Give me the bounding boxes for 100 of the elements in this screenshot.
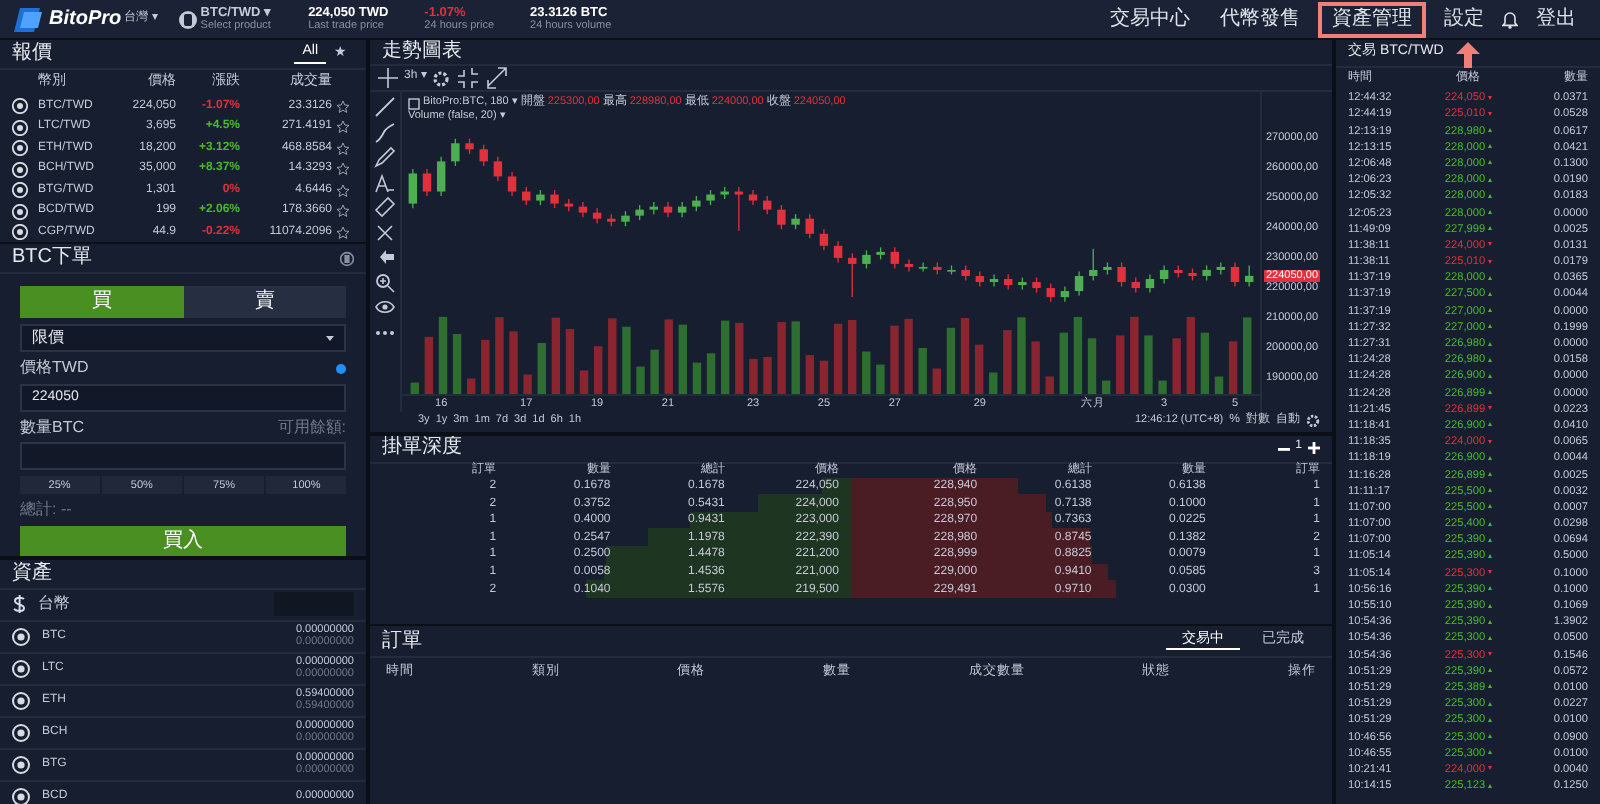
down-arrow-icon xyxy=(1487,111,1492,116)
up-arrow-icon xyxy=(1487,553,1492,558)
notification-bell-icon xyxy=(1502,9,1518,29)
up-arrow-icon xyxy=(1487,193,1492,198)
crosshair-icon xyxy=(378,68,398,88)
up-arrow-icon xyxy=(1487,210,1492,215)
candle xyxy=(465,138,474,155)
candle xyxy=(592,207,602,224)
star-icon xyxy=(336,183,350,198)
text-tool-icon[interactable] xyxy=(374,171,396,193)
coin-icon xyxy=(12,161,28,178)
candle xyxy=(649,201,659,215)
candle xyxy=(1230,261,1240,288)
order-type-select[interactable]: 限價 xyxy=(20,324,346,353)
candle xyxy=(507,171,517,197)
candle xyxy=(479,144,488,167)
up-arrow-icon xyxy=(1487,488,1492,493)
candle xyxy=(989,273,999,288)
settings-icon xyxy=(432,69,451,87)
candle xyxy=(975,270,985,288)
expand-icon xyxy=(486,66,509,90)
up-arrow-icon xyxy=(1487,308,1492,313)
line-tool-icon[interactable] xyxy=(374,96,396,118)
candle xyxy=(1089,248,1098,282)
candle xyxy=(890,246,899,270)
eye-icon[interactable] xyxy=(374,296,396,318)
available-label: 可用餘額: xyxy=(277,417,346,437)
candle xyxy=(663,201,673,218)
panel-title: BTC下單 xyxy=(12,246,92,271)
nav-link[interactable]: 資產管理 xyxy=(1318,1,1426,37)
amount-input[interactable] xyxy=(20,442,346,471)
logo-icon xyxy=(12,4,46,34)
info-dot-icon xyxy=(336,363,346,374)
checkbox-icon xyxy=(408,97,420,110)
candle xyxy=(564,198,573,212)
dollar-icon xyxy=(12,594,26,615)
coin-icon xyxy=(12,787,30,804)
panel-title: 走勢圖表 xyxy=(382,40,462,64)
candle xyxy=(1145,273,1155,294)
panel-title: 掛單深度 xyxy=(382,436,462,460)
coin-icon xyxy=(12,98,28,115)
candle xyxy=(1046,282,1055,303)
candle xyxy=(550,189,559,209)
candle xyxy=(635,204,644,221)
candle xyxy=(1244,264,1254,288)
up-arrow-icon xyxy=(1487,291,1492,296)
logo-text[interactable]: BitoPro xyxy=(49,7,122,31)
candle xyxy=(720,186,729,200)
candle xyxy=(493,156,503,182)
down-arrow-icon xyxy=(1487,570,1492,575)
candle xyxy=(862,249,871,270)
up-arrow-icon xyxy=(1487,586,1492,591)
up-arrow-icon xyxy=(1487,144,1492,149)
pen-icon[interactable] xyxy=(374,146,396,168)
nav-link[interactable]: 代幣發售 xyxy=(1208,3,1312,35)
star-icon xyxy=(336,204,350,219)
up-arrow-icon xyxy=(1487,226,1492,231)
nav-link[interactable]: 登出 xyxy=(1524,3,1588,35)
star-icon xyxy=(336,141,350,156)
candle xyxy=(734,186,744,232)
candle xyxy=(777,204,786,230)
candle xyxy=(1018,276,1027,291)
ruler-icon[interactable] xyxy=(374,196,396,218)
candle xyxy=(819,228,829,251)
up-arrow-icon xyxy=(1487,734,1492,739)
candle xyxy=(1103,261,1112,276)
arrow-tool-icon[interactable] xyxy=(374,246,396,268)
star-icon xyxy=(336,120,350,135)
up-arrow-icon xyxy=(1487,390,1492,395)
candle xyxy=(607,213,616,227)
up-arrow-icon xyxy=(1487,537,1492,542)
coin-icon xyxy=(12,224,28,241)
plus-icon xyxy=(1308,442,1320,454)
down-arrow-icon xyxy=(1487,652,1492,657)
side-toggle[interactable]: 賣 xyxy=(183,286,346,319)
candle xyxy=(933,261,942,276)
candle xyxy=(1159,264,1169,285)
pattern-icon[interactable] xyxy=(374,221,396,243)
candle xyxy=(1117,261,1126,288)
up-arrow-icon xyxy=(1487,160,1492,165)
balance-box xyxy=(274,592,354,617)
nav-link[interactable]: 交易中心 xyxy=(1098,3,1202,35)
zoom-in-icon[interactable] xyxy=(374,271,396,293)
brush-icon[interactable] xyxy=(374,121,396,143)
candle xyxy=(706,189,715,206)
candle xyxy=(436,156,446,197)
caret-icon xyxy=(326,335,334,342)
candle xyxy=(805,213,814,239)
candle xyxy=(1202,264,1211,282)
buy-button[interactable]: 買入 xyxy=(20,526,346,557)
side-toggle[interactable]: 買 xyxy=(20,286,183,319)
candle xyxy=(451,138,460,167)
panel-title: 資產 xyxy=(12,561,52,586)
candle xyxy=(763,195,772,215)
settings-icon[interactable] xyxy=(1306,413,1320,428)
up-arrow-icon xyxy=(1487,750,1492,755)
field-label: 價格TWD xyxy=(20,358,89,378)
nav-link[interactable]: 設定 xyxy=(1432,3,1496,35)
up-arrow-icon xyxy=(1487,422,1492,427)
candle xyxy=(848,252,857,298)
